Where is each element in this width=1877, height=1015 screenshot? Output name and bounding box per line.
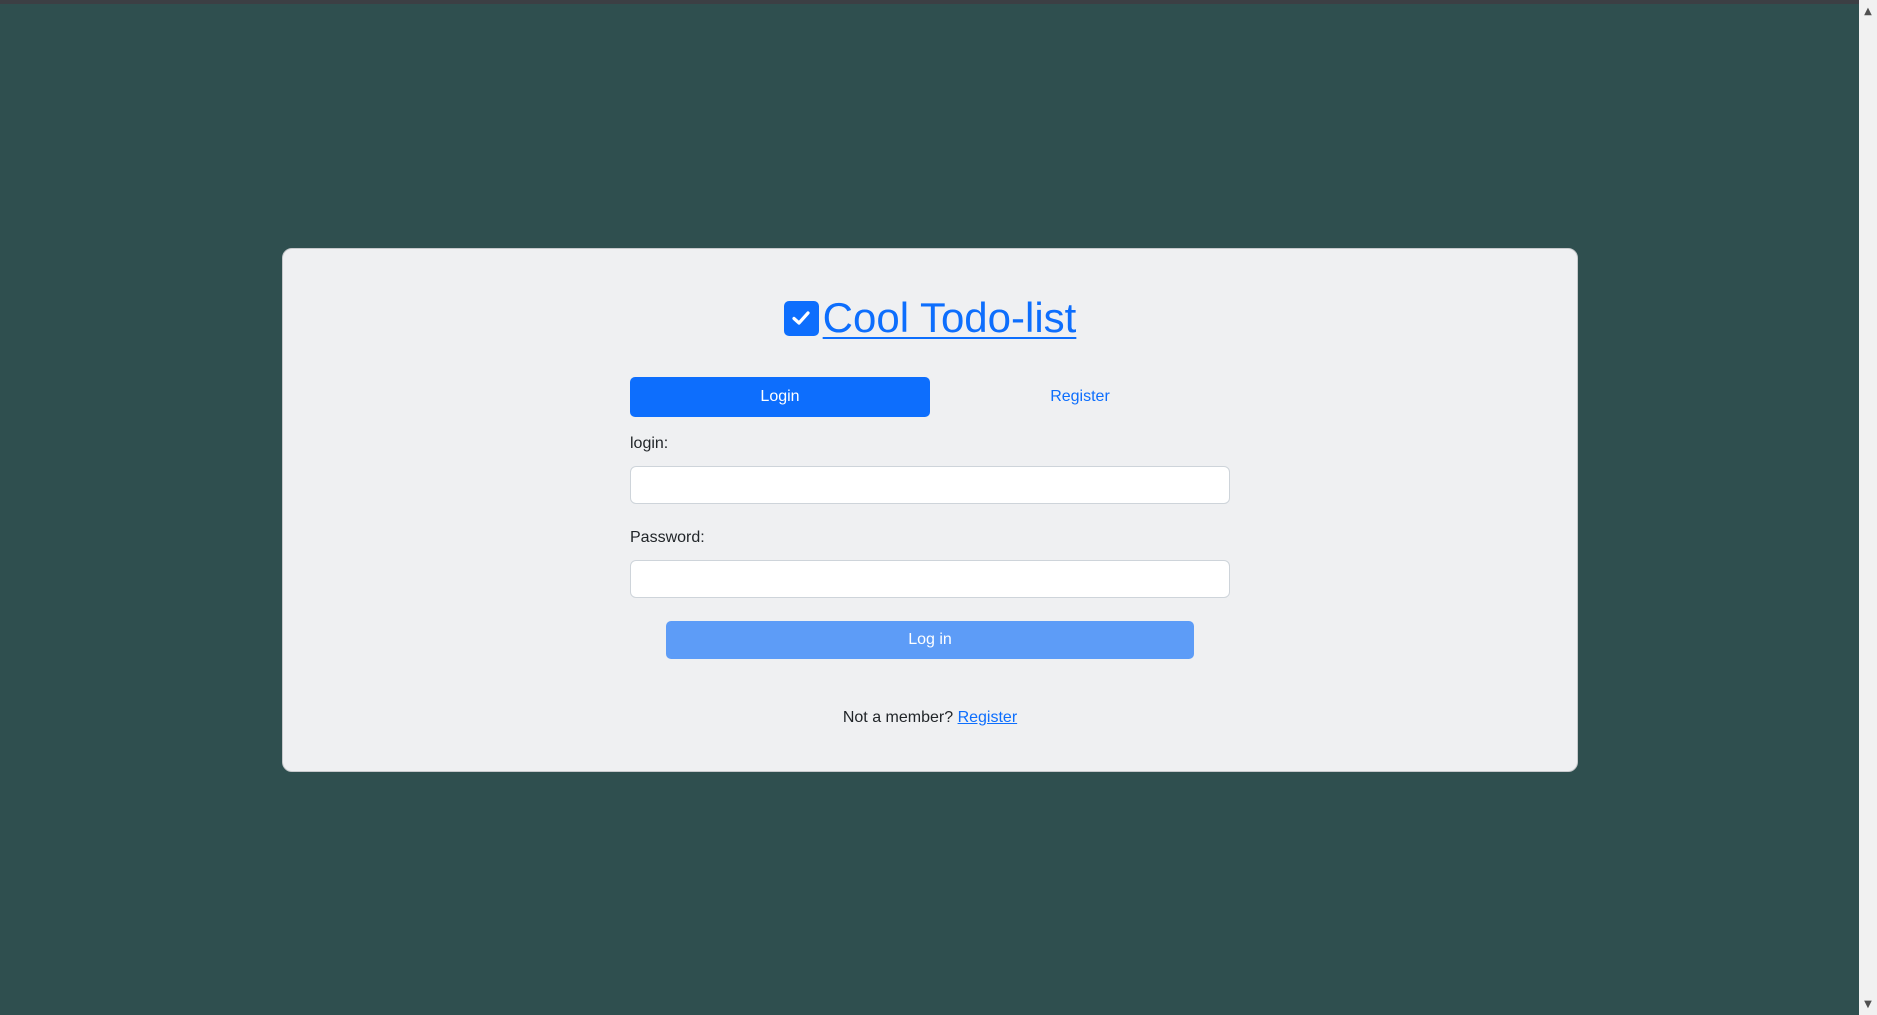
tab-login[interactable]: Login [630, 377, 930, 417]
check-square-icon [783, 300, 819, 336]
register-prompt: Not a member? Register [283, 709, 1577, 727]
tab-register[interactable]: Register [930, 377, 1230, 417]
register-prompt-text: Not a member? [842, 709, 954, 726]
auth-tabs: Login Register [630, 377, 1230, 417]
password-input[interactable] [630, 560, 1230, 598]
window-top-border [0, 0, 1859, 4]
log-in-button[interactable]: Log in [666, 621, 1194, 659]
register-link[interactable]: Register [958, 709, 1018, 726]
password-label: Password: [630, 529, 705, 546]
login-label: login: [630, 435, 669, 452]
login-card: Cool Todo-list Login Register login: Pas… [282, 248, 1578, 772]
login-input[interactable] [630, 466, 1230, 504]
brand: Cool Todo-list [283, 293, 1577, 343]
vertical-scrollbar[interactable]: ▲ ▼ [1859, 0, 1877, 1015]
app-title-link[interactable]: Cool Todo-list [823, 293, 1077, 343]
scroll-down-icon[interactable]: ▼ [1859, 995, 1877, 1013]
scrollbar-thumb[interactable] [1863, 20, 1873, 990]
scroll-up-icon[interactable]: ▲ [1859, 2, 1877, 20]
